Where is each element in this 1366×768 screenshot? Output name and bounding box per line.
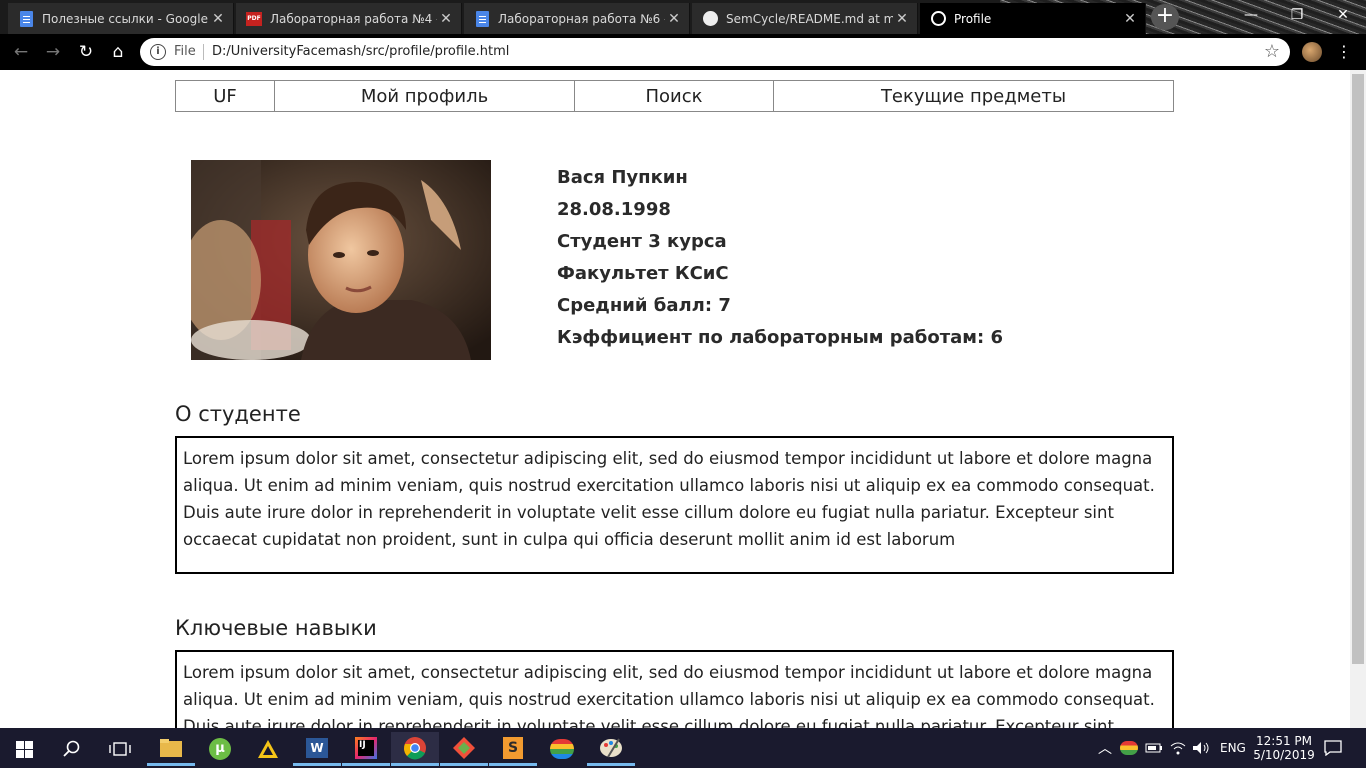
tab-github-readme[interactable]: SemCycle/README.md at mast ✕	[692, 3, 918, 34]
page-content: UF Мой профиль Поиск Текущие предметы Ва…	[0, 70, 1350, 728]
close-window-button[interactable]: ✕	[1320, 0, 1366, 30]
scheme-label: File	[174, 44, 196, 59]
faculty: Факультет КСиС	[557, 263, 729, 284]
language-indicator[interactable]: ENG	[1220, 728, 1246, 768]
home-icon[interactable]: ⌂	[107, 41, 129, 63]
tab-title: Лабораторная работа №4 - 2	[270, 11, 437, 26]
close-tab-icon[interactable]: ✕	[1121, 11, 1139, 27]
student-name: Вася Пупкин	[557, 167, 688, 188]
task-view-icon[interactable]	[96, 732, 144, 766]
battery-icon[interactable]	[1145, 728, 1163, 768]
clock-date: 5/10/2019	[1253, 748, 1315, 762]
info-icon[interactable]: i	[150, 44, 166, 60]
chrome-icon[interactable]	[391, 732, 439, 766]
paint-app-icon[interactable]	[587, 732, 635, 766]
nav-uf[interactable]: UF	[175, 80, 275, 112]
utorrent-icon[interactable]: µ	[196, 732, 244, 766]
close-tab-icon[interactable]: ✕	[665, 11, 683, 27]
new-tab-button[interactable]: +	[1151, 4, 1179, 30]
close-tab-icon[interactable]: ✕	[893, 11, 911, 27]
minimize-button[interactable]: —	[1228, 0, 1274, 30]
close-tab-icon[interactable]: ✕	[437, 11, 455, 27]
address-bar[interactable]: i File D:/UniversityFacemash/src/profile…	[140, 38, 1290, 66]
intellij-icon[interactable]: IJ	[342, 732, 390, 766]
colorful-app-icon[interactable]	[538, 732, 586, 766]
start-button[interactable]	[0, 732, 48, 766]
birthdate: 28.08.1998	[557, 199, 671, 220]
google-docs-icon	[474, 10, 490, 27]
tray-app-icon[interactable]	[1120, 728, 1138, 768]
course: Студент 3 курса	[557, 231, 727, 252]
globe-icon	[930, 11, 946, 27]
tab-lab-6-docs[interactable]: Лабораторная работа №6 - G ✕	[464, 3, 690, 34]
tab-lab-4-pdf[interactable]: PDF Лабораторная работа №4 - 2 ✕	[236, 3, 462, 34]
back-arrow-icon[interactable]: ←	[10, 41, 32, 63]
windows-logo-icon	[15, 740, 33, 758]
tab-strip: Полезные ссылки - Google Docs ✕ PDF Лабо…	[0, 0, 1366, 34]
archive-app-icon[interactable]	[244, 732, 292, 766]
lab-coefficient: Кэффициент по лабораторным работам: 6	[557, 327, 1004, 348]
wifi-icon[interactable]	[1170, 728, 1186, 768]
restore-button[interactable]: ❐	[1274, 0, 1320, 30]
profile-info: Вася Пупкин 28.08.1998 Студент 3 курса Ф…	[557, 162, 1003, 354]
clock-time: 12:51 PM	[1256, 734, 1312, 748]
profile-photo	[191, 160, 491, 360]
forward-arrow-icon[interactable]: →	[42, 41, 64, 63]
tab-title: Полезные ссылки - Google Docs	[42, 11, 209, 26]
tab-title: Лабораторная работа №6 - G	[498, 11, 665, 26]
git-client-icon[interactable]	[440, 732, 488, 766]
tab-title: Profile	[954, 11, 992, 26]
section-title-skills: Ключевые навыки	[175, 616, 377, 640]
reload-icon[interactable]: ↻	[75, 41, 97, 63]
profile-avatar-icon[interactable]	[1302, 42, 1322, 62]
bookmark-star-icon[interactable]: ☆	[1264, 41, 1280, 62]
file-explorer-icon[interactable]	[147, 732, 195, 766]
average-grade: Средний балл: 7	[557, 295, 731, 316]
nav-search[interactable]: Поиск	[574, 80, 774, 112]
about-text-box: Lorem ipsum dolor sit amet, consectetur …	[175, 436, 1174, 574]
section-title-about: О студенте	[175, 402, 301, 426]
scrollbar-thumb[interactable]	[1352, 74, 1364, 664]
divider	[203, 44, 204, 60]
pdf-icon: PDF	[246, 11, 262, 27]
close-tab-icon[interactable]: ✕	[209, 11, 227, 27]
tab-title: SemCycle/README.md at mast	[726, 11, 893, 26]
notifications-icon[interactable]	[1324, 728, 1342, 768]
url-text[interactable]: D:/UniversityFacemash/src/profile/profil…	[212, 44, 509, 59]
show-hidden-icons-icon[interactable]: ︿	[1098, 728, 1112, 768]
google-docs-icon	[18, 10, 34, 27]
menu-icon[interactable]: ⋮	[1336, 42, 1352, 62]
word-icon[interactable]: W	[293, 732, 341, 766]
clock[interactable]: 12:51 PM 5/10/2019	[1253, 728, 1315, 768]
skills-text-box: Lorem ipsum dolor sit amet, consectetur …	[175, 650, 1174, 728]
volume-icon[interactable]	[1192, 728, 1210, 768]
nav-my-profile[interactable]: Мой профиль	[274, 80, 575, 112]
search-icon[interactable]	[48, 732, 96, 766]
taskbar: µ W IJ S ︿ ENG 12:51 PM 5/10/2019	[0, 728, 1366, 768]
sublime-text-icon[interactable]: S	[489, 732, 537, 766]
tab-profile[interactable]: Profile ✕	[920, 3, 1146, 34]
tab-google-docs-links[interactable]: Полезные ссылки - Google Docs ✕	[8, 3, 234, 34]
github-icon	[702, 11, 718, 27]
nav-current-subjects[interactable]: Текущие предметы	[773, 80, 1174, 112]
site-nav: UF Мой профиль Поиск Текущие предметы	[175, 80, 1174, 112]
vertical-scrollbar[interactable]	[1350, 70, 1366, 728]
